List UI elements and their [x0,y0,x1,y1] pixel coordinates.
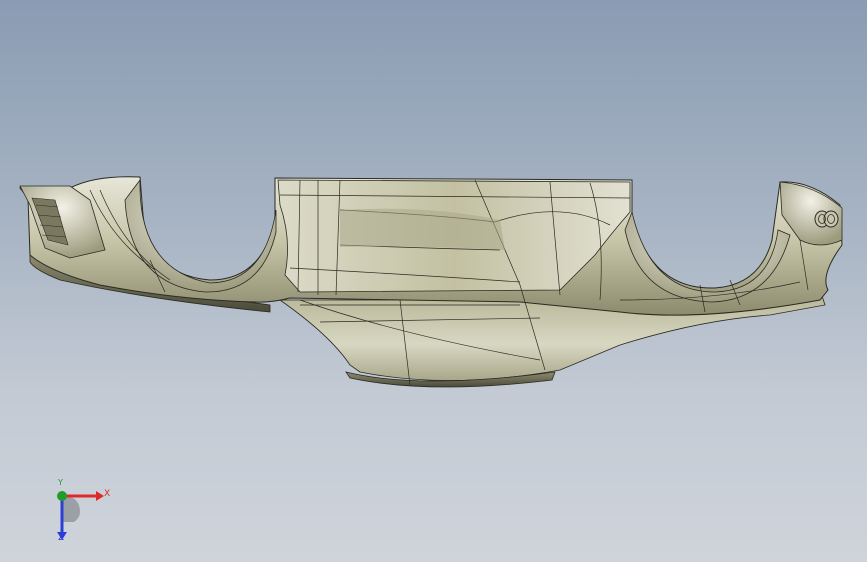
x-axis-label: X [104,489,111,499]
z-axis-label: Z [58,533,65,543]
exhaust-right [823,210,839,228]
3d-model[interactable] [0,0,867,562]
coordinate-triad: X Y Z [44,478,124,548]
graphics-viewport[interactable]: X Y Z [0,0,867,562]
triad-axes [57,491,104,540]
y-axis-label: Y [58,478,63,487]
y-axis-dot [57,491,67,501]
